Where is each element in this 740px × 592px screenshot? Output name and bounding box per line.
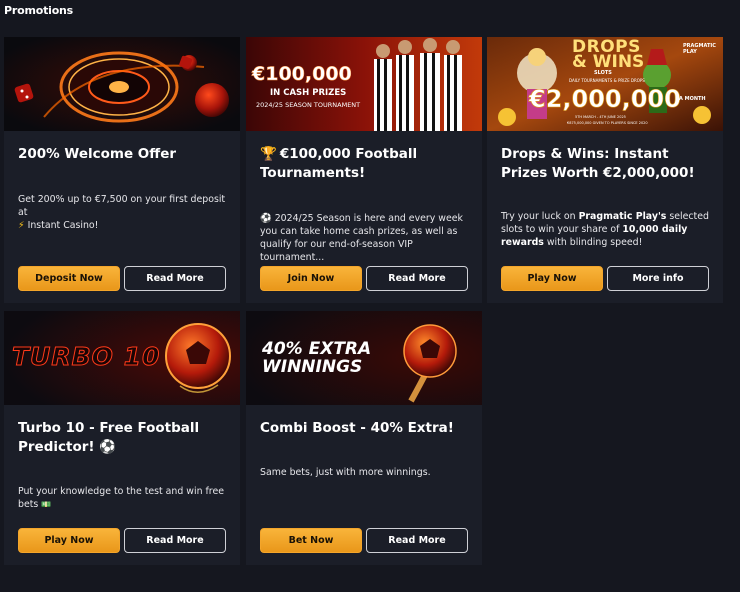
soccer-ball-icon: ⚽ [260,213,272,224]
soccer-ball-icon: ⚽ [99,439,117,455]
promo-banner-turbo-10[interactable]: TURBO 10 [4,311,240,405]
banner-slots-label: SLOTS [594,70,612,76]
promo-title: 200% Welcome Offer [18,146,177,162]
play-now-button[interactable]: Play Now [501,266,603,291]
banner-given-label: €875,000,000 GIVEN TO PLAYERS SINCE 2020 [567,121,648,125]
promo-card-combi-boost: 40% EXTRA WINNINGS Combi Boost - 40% Ext… [246,311,482,565]
play-now-button[interactable]: Play Now [18,528,120,553]
promo-title: Drops & Wins: Instant Prizes Worth €2,00… [501,146,695,181]
promo-banner-roulette[interactable] [4,37,240,131]
banner-winnings-line: WINNINGS [262,357,363,377]
promo-description: Get 200% up to €7,500 on your first depo… [18,194,226,231]
read-more-button[interactable]: Read More [366,266,468,291]
promo-description: Same bets, just with more winnings. [260,467,431,478]
read-more-button[interactable]: Read More [124,528,226,553]
promo-description: Put your knowledge to the test and win f… [18,486,224,510]
trophy-icon: 🏆 [260,146,277,162]
promo-description: Try your luck on Pragmatic Play's select… [501,211,709,248]
promo-title: 🏆 €100,000 Football Tournaments! [260,146,418,181]
promo-banner-drops-wins[interactable]: PRAGMATIC PLAY DROPS & WINS SLOTS DAILY … [487,37,723,131]
promo-card-turbo-10: TURBO 10 Turbo 10 - Free Football Predic… [4,311,240,565]
lightning-icon: ⚡ [18,220,25,231]
promo-card-welcome-offer: 200% Welcome Offer Get 200% up to €7,500… [4,37,240,303]
promo-title: Combi Boost - 40% Extra! [260,420,454,436]
promo-title: Turbo 10 - Free Football Predictor! ⚽ [18,420,200,455]
money-icon: 💵 [41,500,52,509]
bet-now-button[interactable]: Bet Now [260,528,362,553]
read-more-button[interactable]: Read More [366,528,468,553]
read-more-button[interactable]: Read More [124,266,226,291]
promo-card-drops-wins: PRAGMATIC PLAY DROPS & WINS SLOTS DAILY … [487,37,723,303]
banner-prize-subtitle: IN CASH PRIZES [270,88,347,98]
promo-card-football-tournaments: €100,000 IN CASH PRIZES 2024/25 SEASON T… [246,37,482,303]
promo-banner-football-team[interactable]: €100,000 IN CASH PRIZES 2024/25 SEASON T… [246,37,482,131]
promo-description: ⚽ 2024/25 Season is here and every week y… [260,213,463,263]
more-info-button[interactable]: More info [607,266,709,291]
banner-prize-amount: €2,000,000 [529,85,681,114]
banner-month-label: A MONTH [679,96,706,102]
join-now-button[interactable]: Join Now [260,266,362,291]
deposit-now-button[interactable]: Deposit Now [18,266,120,291]
page-title: Promotions [4,4,74,17]
banner-season-label: 2024/25 SEASON TOURNAMENT [256,101,361,109]
banner-prize-amount: €100,000 [252,63,352,86]
banner-extra-line: 40% EXTRA [262,339,372,359]
promo-banner-combi-boost[interactable]: 40% EXTRA WINNINGS [246,311,482,405]
banner-wins-line: & WINS [572,52,645,72]
banner-brand-label: PRAGMATIC PLAY [683,43,716,55]
banner-turbo-text: TURBO 10 [11,342,161,372]
banner-tag-label: DAILY TOURNAMENTS & PRIZE DROPS [569,78,645,83]
banner-dates-label: 5TH MARCH - 4TH JUNE 2025 [575,115,626,119]
